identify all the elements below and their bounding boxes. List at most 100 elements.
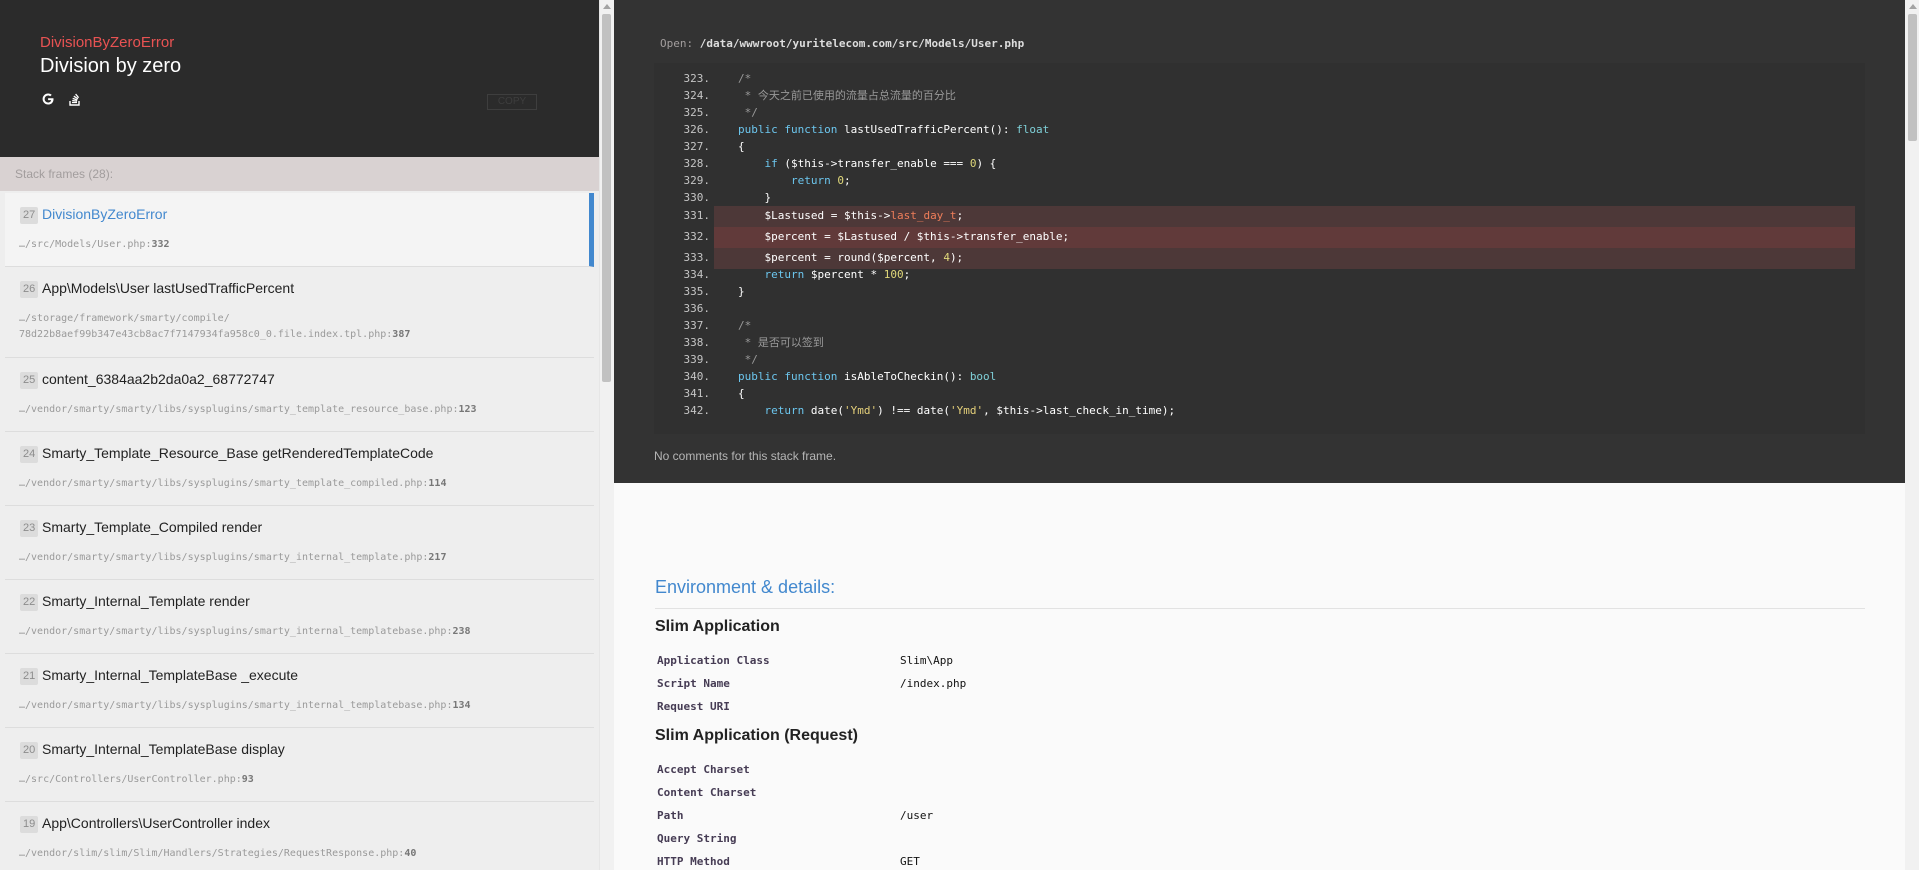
code-text: * 是否可以签到 <box>738 336 824 349</box>
code-text: */ <box>738 353 758 366</box>
copy-button[interactable]: COPY <box>487 94 537 110</box>
stack-frames-list: 27 DivisionByZeroError …/src/Models/User.p… <box>5 193 594 870</box>
env-row: Query String <box>657 828 1857 850</box>
scroll-up-arrow-icon[interactable] <box>1909 4 1917 9</box>
code-line: 324. * 今天之前已使用的流量占总流量的百分比 <box>654 87 1865 104</box>
line-number: 332. <box>683 230 711 243</box>
stack-frames-count: Stack frames (28): <box>0 157 599 191</box>
line-number: 338. <box>683 336 711 349</box>
frame-title: Smarty_Internal_Template render <box>42 593 250 609</box>
code-text: $percent = round($percent, 4); <box>738 251 964 264</box>
code-text: } <box>738 285 745 298</box>
stack-frame[interactable]: 26 App\Models\User lastUsedTrafficPercent… <box>5 267 594 358</box>
env-key: Script Name <box>657 677 730 690</box>
env-key: Query String <box>657 832 737 845</box>
frame-title: Smarty_Template_Resource_Base getRendere… <box>42 445 434 461</box>
stackoverflow-icon[interactable] <box>67 91 83 107</box>
env-value: Slim\App <box>900 654 953 667</box>
code-line: 325. */ <box>654 104 1865 121</box>
line-number: 328. <box>683 157 711 170</box>
frame-index: 25 <box>20 372 39 389</box>
stack-frame[interactable]: 19 App\Controllers\UserController index …/… <box>5 802 594 870</box>
line-number: 341. <box>683 387 711 400</box>
frame-title: DivisionByZeroError <box>42 206 168 222</box>
code-text: /* <box>738 72 752 85</box>
env-value: GET <box>900 855 920 868</box>
line-number: 329. <box>683 174 711 187</box>
code-line: 331. $Lastused = $this->last_day_t; <box>654 207 1865 224</box>
code-text: public function isAbleToCheckin(): bool <box>738 370 997 383</box>
frame-file-path: …/vendor/smarty/smarty/libs/sysplugins/s… <box>19 626 447 637</box>
env-row: Content Charset <box>657 782 1857 804</box>
open-file-path: /data/wwwroot/yuritelecom.com/src/Models… <box>699 37 1025 50</box>
frame-title: App\Models\User lastUsedTrafficPercent <box>42 280 295 296</box>
frame-file-path: …/vendor/slim/slim/Slim/Handlers/Strateg… <box>19 848 399 859</box>
code-line: 337. /* <box>654 317 1865 334</box>
env-row: HTTP Method GET <box>657 851 1857 870</box>
code-text: return 0; <box>790 174 851 187</box>
divider <box>655 608 1865 609</box>
code-text: { <box>738 387 745 400</box>
line-number: 335. <box>683 285 711 298</box>
right-scrollbar-thumb[interactable] <box>1908 14 1917 141</box>
open-file-link[interactable]: Open: /data/wwwroot/yuritelecom.com/src/… <box>660 37 1024 50</box>
frame-file: …/src/Controllers/UserController.php:93 <box>19 774 254 785</box>
frame-line-number: 134 <box>452 700 471 711</box>
env-key: Path <box>657 809 684 822</box>
code-line: 335.} <box>654 283 1865 300</box>
frame-title: Smarty_Template_Compiled render <box>42 519 263 535</box>
frame-file-path: …/vendor/smarty/smarty/libs/sysplugins/s… <box>19 552 423 563</box>
line-number: 323. <box>683 72 711 85</box>
stack-frame[interactable]: 23 Smarty_Template_Compiled render …/vendo… <box>5 506 594 580</box>
frame-index: 27 <box>20 207 39 224</box>
stack-frame[interactable]: 22 Smarty_Internal_Template render …/vendo… <box>5 580 594 654</box>
code-text: { <box>738 140 745 153</box>
frame-index: 26 <box>20 281 39 298</box>
line-number: 337. <box>683 319 711 332</box>
code-line: 333. $percent = round($percent, 4); <box>654 249 1865 266</box>
stack-frame[interactable]: 27 DivisionByZeroError …/src/Models/User.p… <box>5 193 594 267</box>
env-row: Script Name/index.php <box>657 673 1857 695</box>
env-row: Application Class Slim\App <box>657 650 1857 672</box>
line-number: 342. <box>683 404 711 417</box>
left-panel: DivisionByZeroError Division by zero COP… <box>0 0 599 870</box>
env-value: /index.php <box>900 677 967 690</box>
code-text: * 今天之前已使用的流量占总流量的百分比 <box>738 89 956 102</box>
code-line: 341. { <box>654 385 1865 402</box>
frame-title: content_6384aa2b2da0a2_68772747 <box>42 371 275 387</box>
left-scrollbar-thumb[interactable] <box>602 14 611 382</box>
frame-file: …/vendor/smarty/smarty/libs/sysplugins/s… <box>19 478 447 489</box>
code-text: return date('Ymd') !== date('Ymd', $this… <box>764 404 1176 417</box>
code-line: 342. return date('Ymd') !== date('Ymd', … <box>654 402 1865 419</box>
frame-line-number: 40 <box>404 848 417 859</box>
frame-file-path: …/src/Models/User.php <box>19 239 146 250</box>
stack-frame[interactable]: 24 Smarty_Template_Resource_Base getRende… <box>5 432 594 506</box>
code-line: 338. * 是否可以签到 <box>654 334 1865 351</box>
stack-frame[interactable]: 21 Smarty_Internal_TemplateBase _execute …… <box>5 654 594 728</box>
line-number: 330. <box>683 191 711 204</box>
env-key: Accept Charset <box>657 763 750 776</box>
code-block: 323. /* 324. * 今天之前已使用的流量占总流量的百分比 325. */ 32… <box>654 63 1865 434</box>
frame-index: 20 <box>20 742 39 759</box>
open-label: Open: <box>660 37 694 50</box>
env-row: Path/user <box>657 805 1857 827</box>
code-line: 339. */ <box>654 351 1865 368</box>
frame-index: 23 <box>20 520 39 537</box>
frame-line-number: 387 <box>392 329 411 340</box>
frame-file: …/vendor/slim/slim/Slim/Handlers/Strateg… <box>19 848 417 859</box>
code-text: */ <box>738 106 758 119</box>
line-number: 339. <box>683 353 711 366</box>
code-line: 327. { <box>654 138 1865 155</box>
google-icon[interactable] <box>40 91 56 107</box>
line-number: 326. <box>683 123 711 136</box>
frame-file: …/vendor/smarty/smarty/libs/sysplugins/s… <box>19 700 471 711</box>
frame-file-path: …/vendor/smarty/smarty/libs/sysplugins/s… <box>19 478 423 489</box>
environment-title: Environment & details: <box>655 577 836 597</box>
stack-frame[interactable]: 25 content_6384aa2b2da0a2_68772747 …/vendo… <box>5 358 594 432</box>
scroll-up-arrow-icon[interactable] <box>603 4 611 9</box>
line-number: 331. <box>683 209 711 222</box>
stack-frame[interactable]: 20 Smarty_Internal_TemplateBase display …/… <box>5 728 594 802</box>
frame-comments: No comments for this stack frame. <box>654 449 837 463</box>
frame-title: Smarty_Internal_TemplateBase _execute <box>42 667 299 683</box>
exception-header: DivisionByZeroError Division by zero COP… <box>0 0 599 157</box>
